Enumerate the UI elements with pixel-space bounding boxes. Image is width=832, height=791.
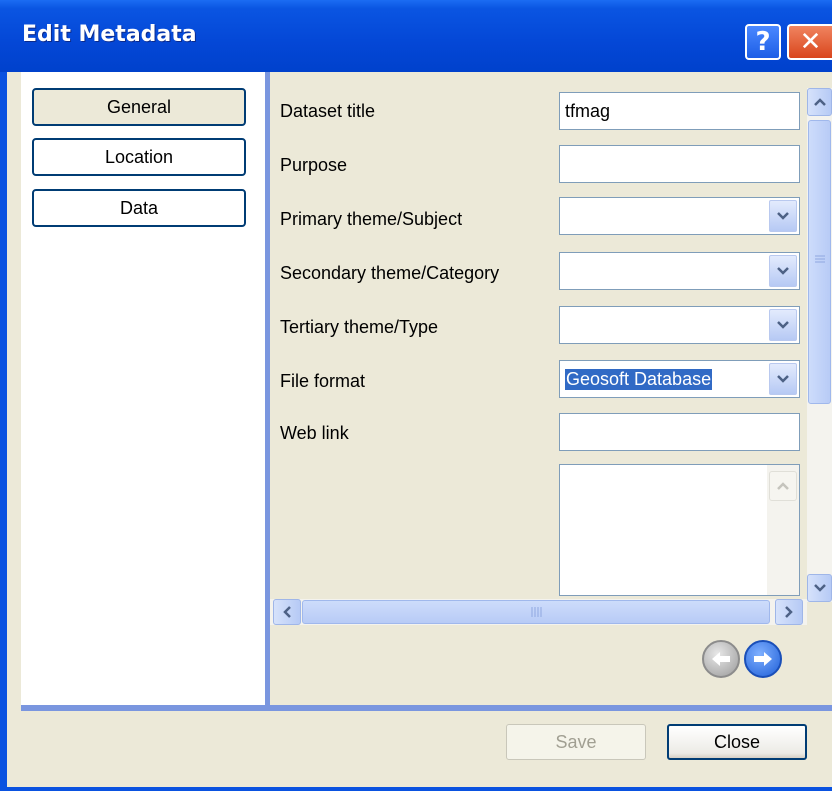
sidebar-item-location[interactable]: Location	[32, 138, 246, 176]
grip-icon	[815, 255, 825, 263]
title-bar[interactable]: Edit Metadata ? ✕	[0, 0, 832, 72]
purpose-input[interactable]	[559, 145, 800, 183]
dataset-title-value: tfmag	[565, 100, 611, 121]
dialog-footer: Save Close	[7, 711, 832, 787]
secondary-theme-select[interactable]	[559, 252, 800, 290]
chevron-right-icon	[785, 606, 793, 618]
vertical-scroll-thumb[interactable]	[808, 120, 831, 404]
previous-page-button[interactable]	[702, 640, 740, 678]
sidebar: General Location Data	[21, 72, 265, 705]
textarea-scroll-up-button[interactable]	[769, 471, 797, 501]
sidebar-item-data[interactable]: Data	[32, 189, 246, 227]
general-form-panel: Dataset title tfmag Purpose Primary them…	[270, 72, 832, 705]
description-textarea[interactable]	[559, 464, 800, 596]
chevron-down-icon	[813, 584, 826, 592]
primary-theme-label: Primary theme/Subject	[280, 209, 463, 229]
tertiary-theme-select[interactable]	[559, 306, 800, 344]
primary-theme-select[interactable]	[559, 197, 800, 235]
chevron-down-icon	[777, 212, 789, 220]
dataset-title-label: Dataset title	[280, 101, 376, 121]
purpose-label: Purpose	[280, 155, 348, 175]
help-icon: ?	[755, 27, 771, 57]
dialog-title: Edit Metadata	[22, 22, 197, 47]
save-button[interactable]: Save	[506, 724, 646, 760]
save-button-label: Save	[555, 731, 597, 752]
scroll-left-button[interactable]	[273, 599, 301, 625]
arrow-right-icon	[754, 652, 772, 666]
chevron-up-icon	[813, 98, 826, 106]
help-button[interactable]: ?	[745, 24, 781, 60]
close-button-label: Close	[713, 731, 761, 752]
file-format-dropdown-button[interactable]	[769, 363, 797, 395]
textarea-scrollbar[interactable]	[767, 465, 799, 595]
window-bottom-border	[0, 787, 832, 791]
close-icon: ✕	[799, 27, 822, 57]
close-window-button[interactable]: ✕	[787, 24, 832, 60]
chevron-down-icon	[777, 375, 789, 383]
horizontal-scrollbar[interactable]	[270, 599, 807, 625]
primary-theme-dropdown-button[interactable]	[769, 200, 797, 232]
web-link-input[interactable]	[559, 413, 800, 451]
dialog-client-area: General Location Data Dataset title tfma…	[7, 72, 832, 787]
tertiary-theme-label: Tertiary theme/Type	[280, 317, 439, 337]
dataset-title-input[interactable]: tfmag	[559, 92, 800, 130]
secondary-theme-label: Secondary theme/Category	[280, 263, 500, 283]
sidebar-item-general[interactable]: General	[32, 88, 246, 126]
horizontal-scroll-thumb[interactable]	[302, 600, 770, 624]
sidebar-item-label: Location	[104, 146, 174, 167]
close-button[interactable]: Close	[667, 724, 807, 760]
chevron-down-icon	[777, 267, 789, 275]
chevron-down-icon	[777, 321, 789, 329]
web-link-label: Web link	[280, 423, 349, 443]
sidebar-item-label: General	[106, 96, 172, 117]
vertical-scrollbar[interactable]	[807, 88, 832, 602]
file-format-label: File format	[280, 371, 366, 391]
scroll-up-button[interactable]	[807, 88, 832, 116]
secondary-theme-dropdown-button[interactable]	[769, 255, 797, 287]
arrow-left-icon	[712, 652, 730, 666]
sidebar-item-label: Data	[119, 197, 159, 218]
scroll-down-button[interactable]	[807, 574, 832, 602]
next-page-button[interactable]	[744, 640, 782, 678]
scroll-right-button[interactable]	[775, 599, 803, 625]
chevron-left-icon	[283, 606, 291, 618]
tertiary-theme-dropdown-button[interactable]	[769, 309, 797, 341]
file-format-select[interactable]: Geosoft Database	[559, 360, 800, 398]
grip-icon	[531, 607, 542, 617]
edit-metadata-dialog: Edit Metadata ? ✕ General Location Data …	[0, 0, 832, 791]
file-format-value: Geosoft Database	[565, 368, 713, 390]
chevron-up-icon	[777, 482, 789, 490]
